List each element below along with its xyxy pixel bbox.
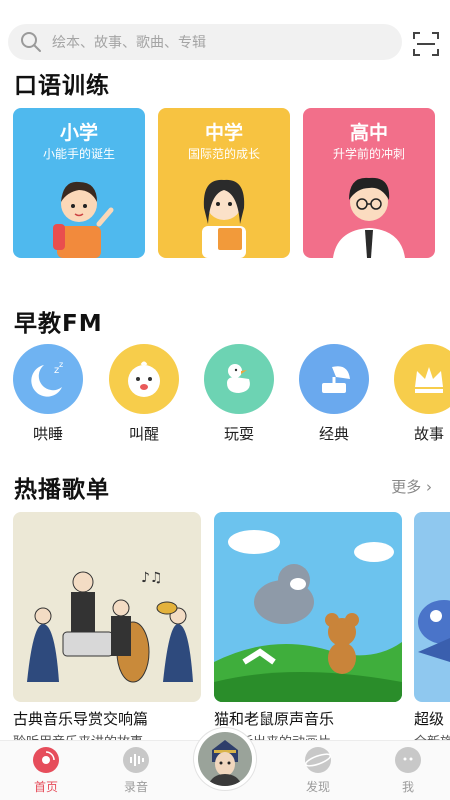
section-title-fm: 早教FM <box>14 311 103 337</box>
now-playing-cover <box>198 732 252 786</box>
playlist-title: 超级 <box>414 710 445 728</box>
fm-item-wake[interactable]: 叫醒 <box>108 344 180 444</box>
fm-label: 叫醒 <box>128 425 159 443</box>
planet-icon <box>304 747 332 773</box>
now-playing-button[interactable] <box>194 728 256 790</box>
orchestra-illustration: ♪♫ <box>27 570 193 683</box>
moon-sleep-icon: z z <box>13 344 83 414</box>
nav-label: 首页 <box>33 780 58 794</box>
level-title: 高中 <box>349 122 388 144</box>
playlist-card-classical[interactable]: ♪♫ 古典音乐导赏交响篇 聆听用音乐来讲的故事 <box>13 512 203 745</box>
more-link[interactable]: 更多 › <box>391 476 432 497</box>
level-title: 中学 <box>204 122 243 144</box>
duck-icon <box>204 344 274 414</box>
chevron-right-icon: › <box>421 478 432 496</box>
student-boy-illustration <box>333 177 405 258</box>
nav-label: 录音 <box>123 780 148 794</box>
fm-item-story[interactable]: 故事 <box>393 344 450 444</box>
playlist-cover <box>414 512 450 702</box>
fm-label: 经典 <box>318 425 349 443</box>
search-placeholder: 绘本、故事、歌曲、专辑 <box>52 35 206 51</box>
pharaoh-avatar-icon <box>208 740 242 786</box>
level-card-primary[interactable]: 小学 小能手的诞生 <box>13 108 145 258</box>
level-subtitle: 升学前的冲刺 <box>332 147 405 161</box>
section-title-oral: 口语训练 <box>14 73 110 99</box>
search-bar[interactable]: 绘本、故事、歌曲、专辑 <box>8 24 402 60</box>
profile-icon <box>395 747 421 773</box>
nav-discover[interactable]: 发现 <box>288 747 348 795</box>
playlist-title: 猫和老鼠原声音乐 <box>214 710 335 728</box>
gramophone-icon <box>299 344 369 414</box>
svg-text:♪♫: ♪♫ <box>141 570 163 586</box>
crown-icon <box>394 344 450 414</box>
fm-item-sleep[interactable]: z z 哄睡 <box>12 344 84 444</box>
playlist-cover <box>214 512 402 702</box>
fm-item-play[interactable]: 玩耍 <box>203 344 275 444</box>
nav-label: 我 <box>401 780 414 794</box>
level-title: 小学 <box>59 122 98 144</box>
level-subtitle: 国际范的成长 <box>187 147 260 161</box>
nav-home[interactable]: 首页 <box>16 747 76 795</box>
fm-label: 玩耍 <box>223 425 254 443</box>
fm-label: 哄睡 <box>32 425 63 443</box>
top-bar: 绘本、故事、歌曲、专辑 <box>0 0 450 72</box>
cartoon-cat-mouse-illustration <box>214 530 402 702</box>
level-subtitle: 小能手的诞生 <box>42 147 115 161</box>
svg-text:z: z <box>59 360 63 369</box>
playlist-title: 古典音乐导赏交响篇 <box>13 710 149 728</box>
mic-wave-icon <box>123 747 149 773</box>
baby-face-icon <box>109 344 179 414</box>
fm-item-classic[interactable]: 经典 <box>298 344 370 444</box>
student-girl-illustration <box>202 179 246 258</box>
playlist-card-partial[interactable]: 超级 全新旅 <box>414 512 450 745</box>
section-title-playlists: 热播歌单 <box>14 477 110 503</box>
fm-label: 故事 <box>413 425 444 443</box>
home-disc-icon <box>33 747 59 773</box>
level-card-high[interactable]: 高中 升学前的冲刺 <box>303 108 435 258</box>
level-card-middle[interactable]: 中学 国际范的成长 <box>158 108 290 258</box>
nav-me[interactable]: 我 <box>378 747 438 795</box>
more-label: 更多 <box>391 478 422 496</box>
playlist-card-tom-jerry[interactable]: 猫和老鼠原声音乐 一起听出来的动画片 <box>214 512 404 745</box>
search-icon <box>21 32 41 52</box>
playlist-cover: ♪♫ <box>13 512 201 702</box>
nav-label: 发现 <box>305 780 330 794</box>
airplane-illustration <box>418 600 450 662</box>
scan-icon[interactable] <box>412 30 440 58</box>
schoolgirl-illustration <box>53 181 114 258</box>
nav-record[interactable]: 录音 <box>106 747 166 795</box>
